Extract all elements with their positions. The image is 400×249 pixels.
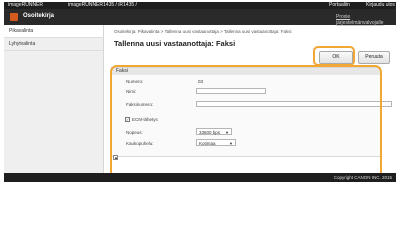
main-content: Osoitekirja: Pikavalinta > Tallenna uusi… xyxy=(104,25,396,181)
portal-link[interactable]: Portaaliin xyxy=(329,2,350,9)
page-header-title: Osoitekirja xyxy=(23,13,55,19)
sidebar-item-label: Pikavalinta xyxy=(9,28,34,34)
copyright-text: Copyright CANON INC. 2015 xyxy=(333,175,392,180)
ok-button[interactable]: OK xyxy=(319,51,353,64)
sidebar-item-speed-dial[interactable]: Pikavalinta xyxy=(4,25,103,38)
sidebar-item-coded-dial[interactable]: Lyhytvalinta xyxy=(4,38,103,51)
sidebar: Pikavalinta Lyhytvalinta xyxy=(4,25,104,173)
form-highlight xyxy=(110,65,382,181)
page-title: Tallenna uusi vastaanottaja: Faksi xyxy=(114,39,236,48)
cancel-button[interactable]: Peruuta xyxy=(358,51,390,64)
sidebar-item-label: Lyhytvalinta xyxy=(9,41,36,47)
footer: Copyright CANON INC. 2015 xyxy=(4,173,396,182)
top-bar: imageRUNNER imageRUNNER1435 / iR1435 / P… xyxy=(4,2,396,9)
product-name: imageRUNNER xyxy=(8,2,44,8)
device-name: imageRUNNER1435 / iR1435 / xyxy=(68,2,137,8)
breadcrumb: Osoitekirja: Pikavalinta > Tallenna uusi… xyxy=(114,29,292,34)
address-book-icon xyxy=(10,13,18,21)
title-bar: Osoitekirja Proxie järjestelmänvalvojall… xyxy=(4,9,396,26)
logout-link[interactable]: Kirjaudu ulos xyxy=(366,2,395,9)
page-top-icon[interactable]: ▲ xyxy=(113,155,118,160)
